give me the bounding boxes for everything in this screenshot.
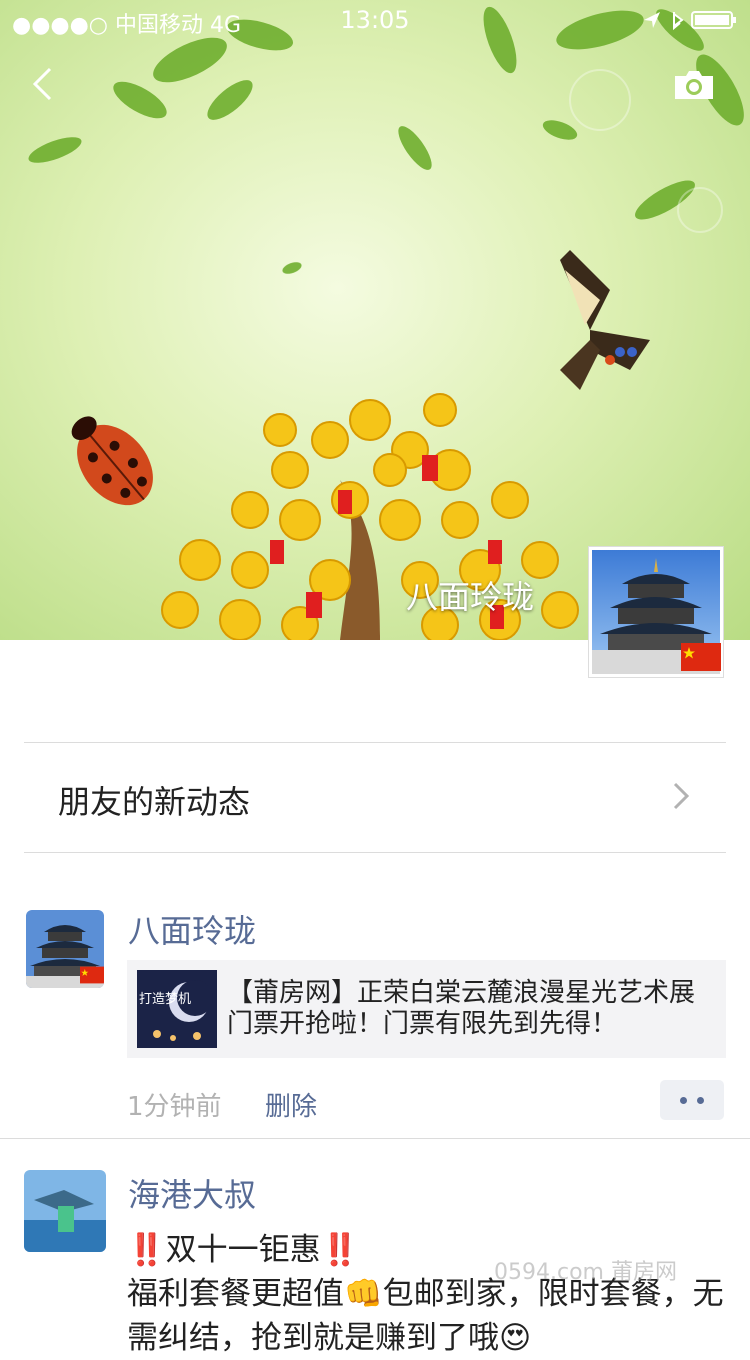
chevron-right-icon bbox=[673, 782, 690, 810]
clock: 13:05 bbox=[340, 6, 410, 34]
profile-nickname: 八面玲珑 bbox=[405, 578, 534, 616]
bluetooth-icon bbox=[673, 12, 684, 31]
more-options-button[interactable] bbox=[660, 1080, 724, 1120]
shared-link-thumbnail-text: 打造梦机 bbox=[139, 992, 192, 1007]
post-timestamp: 1分钟前 bbox=[127, 1092, 222, 1122]
post-author[interactable]: 海港大叔 bbox=[128, 1170, 256, 1216]
china-flag-icon bbox=[80, 966, 104, 984]
battery-icon bbox=[691, 11, 736, 29]
post-text: ‼️双十一钜惠‼️ 福利套餐更超值👊包邮到家，限时套餐，无需纠结，抢到就是赚到了… bbox=[127, 1232, 724, 1356]
more-dots-icon bbox=[697, 1097, 704, 1104]
back-button[interactable] bbox=[30, 66, 56, 102]
post-avatar[interactable] bbox=[24, 1170, 106, 1252]
watermark: 0594.com 莆房网 bbox=[494, 1260, 677, 1285]
post-avatar[interactable] bbox=[26, 910, 104, 988]
delete-button[interactable]: 删除 bbox=[265, 1086, 317, 1123]
status-bar: ●●●●○ 中国移动 4G 13:05 bbox=[0, 0, 750, 40]
china-flag-icon bbox=[681, 643, 721, 671]
more-dots-icon bbox=[680, 1097, 687, 1104]
shared-link-thumbnail: 打造梦机 bbox=[137, 970, 217, 1048]
camera-icon bbox=[675, 71, 713, 99]
camera-button[interactable] bbox=[672, 68, 716, 102]
shared-link-title: 【莆房网】正荣白棠云麓浪漫星光艺术展门票开抢啦！门票有限先到先得！ bbox=[227, 978, 696, 1039]
divider bbox=[24, 852, 726, 853]
chevron-left-icon bbox=[32, 67, 52, 101]
profile-avatar[interactable] bbox=[588, 546, 724, 678]
post-author[interactable]: 八面玲珑 bbox=[128, 906, 256, 952]
shared-link-card[interactable]: 打造梦机 【莆房网】正荣白棠云麓浪漫星光艺术展门票开抢啦！门票有限先到先得！ bbox=[127, 960, 726, 1058]
status-right bbox=[640, 8, 740, 38]
location-arrow-icon bbox=[644, 12, 660, 28]
friends-updates-row[interactable]: 朋友的新动态 bbox=[24, 743, 726, 852]
friends-updates-label: 朋友的新动态 bbox=[58, 783, 251, 821]
cover-photo[interactable] bbox=[0, 0, 750, 640]
divider bbox=[0, 1138, 750, 1139]
cover-artwork bbox=[28, 6, 744, 640]
user-photo-image bbox=[24, 1170, 106, 1252]
